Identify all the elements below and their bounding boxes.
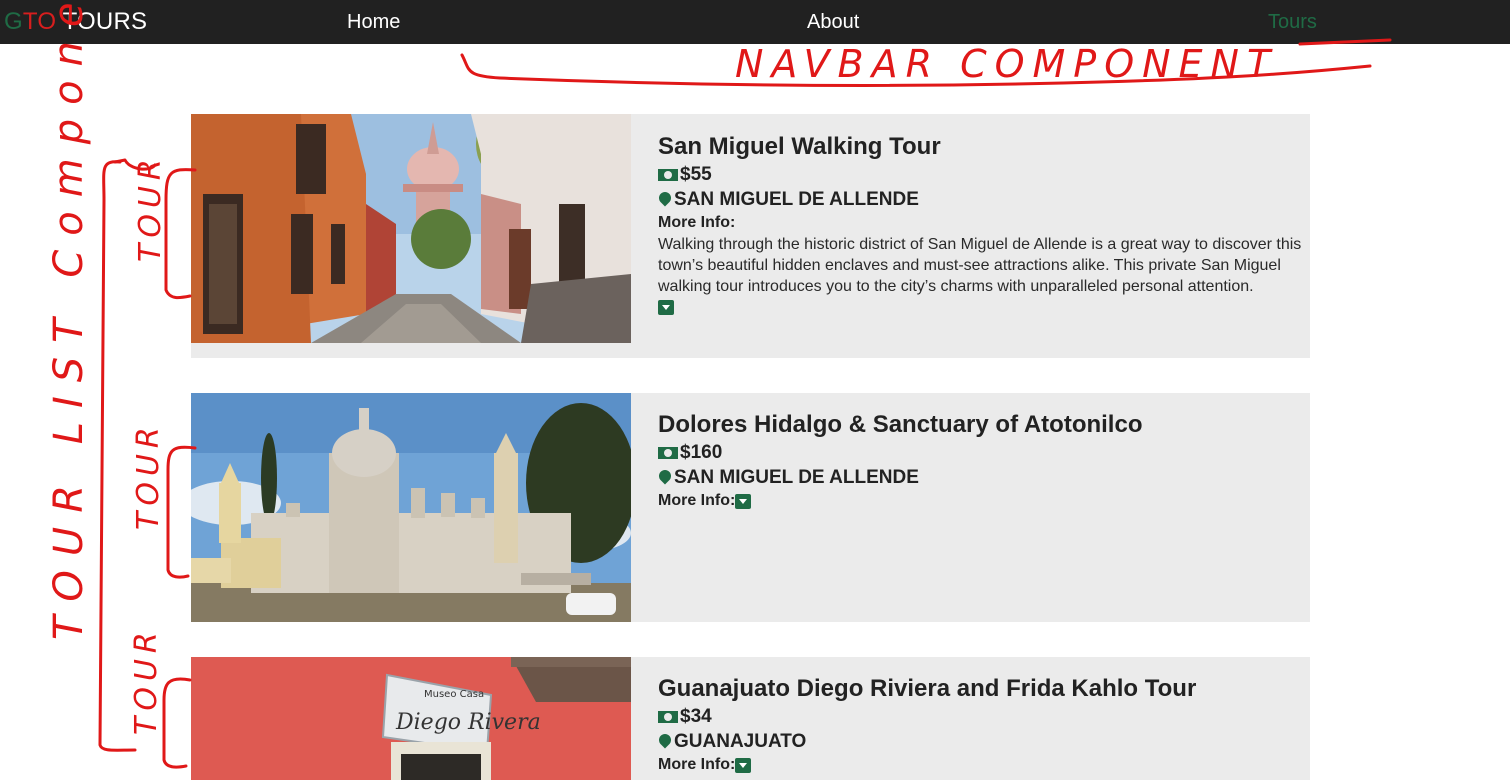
tour-image — [191, 393, 631, 622]
sign-line-2: Diego Rivera — [395, 710, 541, 735]
brand-letter-o: O — [37, 8, 57, 35]
brand-letter-t: T — [22, 8, 38, 35]
brand-logo[interactable]: GTO TOURS — [4, 7, 147, 37]
map-pin-icon — [656, 189, 674, 206]
navbar-underline — [460, 53, 1372, 87]
money-icon — [658, 446, 678, 459]
tour-bracket — [162, 677, 192, 769]
tour-price: $34 — [658, 704, 1303, 729]
tour-location: GUANAJUATO — [656, 729, 1303, 754]
tour-card: Dolores Hidalgo & Sanctuary of Atotonilc… — [191, 393, 1310, 622]
nav-link-about[interactable]: About — [807, 10, 859, 34]
annotation-tour-1: TOUR — [133, 153, 168, 262]
more-info-label: More Info: — [658, 756, 736, 773]
tour-list-bracket — [98, 160, 137, 752]
annotation-tour-list: TOUR LIST Component — [46, 0, 92, 640]
tour-description: Walking through the historic district of… — [658, 236, 1302, 295]
navbar: GTO TOURS Home About Tours — [0, 0, 1510, 44]
tour-image: Museo Casa Diego Rivera — [191, 657, 631, 780]
more-info-row: More Info: — [658, 754, 1303, 776]
tour-card: Museo Casa Diego Rivera Guanajuato Diego… — [191, 657, 1310, 780]
tour-price-value: $34 — [680, 706, 712, 727]
brand-suffix: TOURS — [56, 8, 148, 35]
tour-title: Guanajuato Diego Riviera and Frida Kahlo… — [658, 675, 1197, 702]
tour-price: $160 — [658, 440, 1303, 465]
annotation-tour-2: TOUR — [131, 421, 166, 530]
tour-title: San Miguel Walking Tour — [658, 133, 941, 160]
atotonilco-sanctuary-photo — [191, 393, 631, 622]
tour-price: $55 — [658, 162, 1303, 187]
toggle-wrapper — [658, 300, 1303, 320]
annotation-navbar: NAVBAR COMPONENT — [735, 42, 1278, 86]
museo-casa-diego-rivera-photo: Museo Casa Diego Rivera — [191, 657, 631, 780]
more-info-row: More Info: — [658, 490, 1303, 512]
map-pin-icon — [656, 731, 674, 748]
tour-image — [191, 114, 631, 343]
annotation-tour-3: TOUR — [129, 626, 164, 735]
tour-location: SAN MIGUEL DE ALLENDE — [656, 187, 1303, 212]
tour-location-value: SAN MIGUEL DE ALLENDE — [674, 189, 919, 210]
caret-square-down-icon[interactable] — [658, 300, 674, 315]
sign-line-1: Museo Casa — [424, 689, 484, 700]
tour-list-bracket-top — [113, 158, 157, 171]
tour-location-value: GUANAJUATO — [674, 731, 807, 752]
money-icon — [658, 710, 678, 723]
san-miguel-street-photo — [191, 114, 631, 343]
tour-info: Dolores Hidalgo & Sanctuary of Atotonilc… — [656, 410, 1303, 512]
tour-card: San Miguel Walking Tour $55 SAN MIGUEL D… — [191, 114, 1310, 358]
tour-location: SAN MIGUEL DE ALLENDE — [656, 465, 1303, 490]
tour-price-value: $160 — [680, 442, 723, 463]
tour-info: San Miguel Walking Tour $55 SAN MIGUEL D… — [656, 132, 1303, 320]
tour-price-value: $55 — [680, 164, 712, 185]
nav-link-home[interactable]: Home — [347, 10, 400, 34]
brand-letter-g: G — [4, 8, 23, 35]
money-icon — [658, 168, 678, 181]
more-info-label: More Info: — [658, 214, 736, 231]
tour-location-value: SAN MIGUEL DE ALLENDE — [674, 467, 919, 488]
more-info-label: More Info: — [658, 492, 736, 509]
map-pin-icon — [656, 467, 674, 484]
tour-info: Guanajuato Diego Riviera and Frida Kahlo… — [656, 674, 1303, 776]
tour-title: Dolores Hidalgo & Sanctuary of Atotonilc… — [658, 411, 1143, 438]
nav-link-tours[interactable]: Tours — [1268, 10, 1317, 34]
caret-square-down-icon[interactable] — [735, 493, 752, 509]
caret-square-down-icon[interactable] — [735, 757, 752, 773]
